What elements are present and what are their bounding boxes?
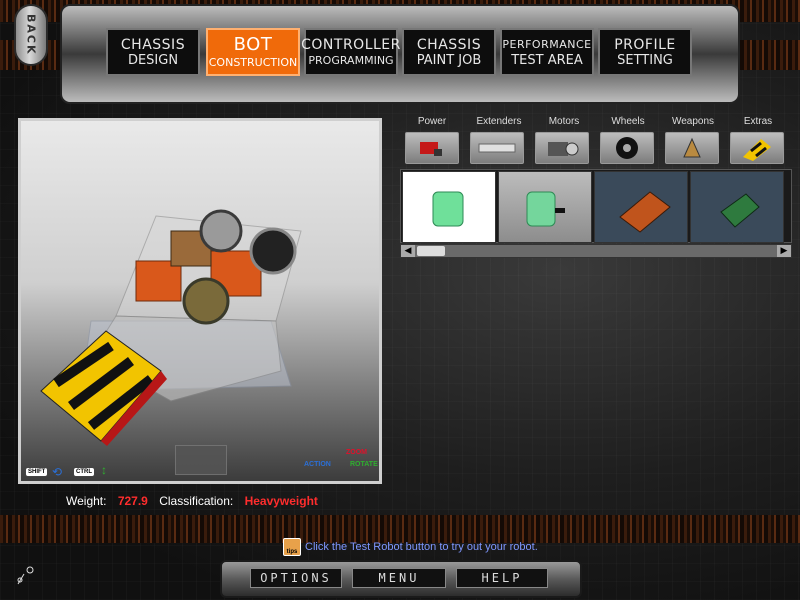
circuit-board-icon [720, 193, 760, 228]
tab-label-line2: PAINT JOB [416, 52, 482, 68]
category-power-button[interactable] [405, 132, 459, 164]
tab-chassis-paint-job[interactable]: CHASSIS PAINT JOB [402, 28, 496, 76]
battery-pack-icon [432, 191, 464, 227]
scroll-right-arrow[interactable]: ▶ [777, 245, 791, 257]
tab-profile-setting[interactable]: PROFILE SETTING [598, 28, 692, 76]
classification-value: Heavyweight [244, 494, 318, 508]
category-label-wheels: Wheels [611, 116, 645, 127]
tab-label-line1: CHASSIS [120, 36, 186, 53]
tab-label-line2: PROGRAMMING [308, 53, 394, 67]
tab-label-line1: CHASSIS [416, 36, 482, 53]
part-preview-thumbnail [175, 445, 227, 475]
shift-key-hint: SHIFT [25, 467, 49, 477]
tab-label-line2: CONSTRUCTION [208, 55, 298, 69]
scroll-left-arrow[interactable]: ◀ [401, 245, 415, 257]
category-motors-button[interactable] [535, 132, 589, 164]
category-weapons-button[interactable] [665, 132, 719, 164]
battery-with-connector-icon [526, 191, 565, 227]
options-button[interactable]: OPTIONS [250, 568, 342, 588]
tab-bot-construction[interactable]: BOT CONSTRUCTION [206, 28, 300, 76]
tab-label-line1: CONTROLLER [301, 36, 401, 53]
tab-chassis-design[interactable]: CHASSIS DESIGN [106, 28, 200, 76]
motor-icon [548, 142, 579, 156]
category-label-extras: Extras [743, 116, 773, 127]
wheel-icon [616, 137, 638, 159]
tab-label-line2: DESIGN [127, 52, 179, 68]
tab-controller-programming[interactable]: CONTROLLER PROGRAMMING [301, 28, 401, 76]
tab-label-line1: PERFORMANCE [502, 37, 592, 51]
parts-scrollbar[interactable]: ◀ ▶ [400, 244, 792, 258]
action-hint: ACTION [304, 461, 331, 468]
rotate-arrow-icon: ⟲ [52, 465, 63, 479]
category-label-extenders: Extenders [476, 116, 522, 127]
category-wheels-button[interactable] [600, 132, 654, 164]
part-item[interactable] [594, 171, 688, 243]
category-label-power: Power [417, 116, 447, 127]
back-button[interactable]: BACK [14, 4, 48, 66]
power-battery-icon [420, 142, 442, 156]
tip-text: Click the Test Robot button to try out y… [305, 541, 538, 553]
part-item[interactable] [498, 171, 592, 243]
tab-performance-test-area[interactable]: PERFORMANCE TEST AREA [500, 28, 594, 76]
weight-value: 727.9 [117, 494, 148, 508]
loading-spinner-icon [14, 562, 38, 586]
parts-list [400, 169, 792, 243]
help-button[interactable]: HELP [456, 568, 548, 588]
robot-model [40, 209, 302, 446]
speed-controller-board-icon [619, 191, 671, 233]
part-item[interactable] [690, 171, 784, 243]
classification-label: Classification: [159, 494, 234, 508]
tip-bar: tips Click the Test Robot button to try … [283, 538, 538, 556]
weight-label: Weight: [66, 494, 107, 508]
game-screen: { "nav": { "back": "BACK", "tabs": [ {"l… [0, 0, 800, 600]
robot-3d-viewport[interactable]: SHIFT ⟲ CTRL ↕ ACTION ZOOM ROTATE [18, 118, 382, 484]
category-label-weapons: Weapons [671, 116, 715, 127]
extender-bar-icon [478, 143, 516, 153]
tab-label-line2: SETTING [617, 52, 673, 68]
tips-icon: tips [283, 538, 301, 556]
scroll-thumb[interactable] [417, 246, 445, 256]
weapon-spike-icon [683, 137, 701, 158]
zoom-hint: ZOOM [346, 449, 367, 456]
category-extenders-button[interactable] [470, 132, 524, 164]
back-button-label: BACK [24, 14, 38, 56]
hazard-plate-icon [743, 139, 771, 161]
robot-stats: Weight: 727.9 Classification: Heavyweigh… [66, 494, 326, 508]
ctrl-key-hint: CTRL [73, 467, 95, 477]
tab-label-line1: BOT [233, 33, 273, 55]
tab-label-line2: TEST AREA [511, 52, 583, 68]
tab-label-line1: PROFILE [614, 36, 676, 53]
category-label-motors: Motors [548, 116, 580, 127]
move-arrow-icon: ↕ [101, 463, 107, 477]
menu-button[interactable]: MENU [352, 568, 446, 588]
rotate-hint: ROTATE [350, 461, 378, 468]
part-item-selected[interactable] [402, 171, 496, 243]
category-extras-button[interactable] [730, 132, 784, 164]
tips-icon-label: tips [286, 549, 298, 555]
